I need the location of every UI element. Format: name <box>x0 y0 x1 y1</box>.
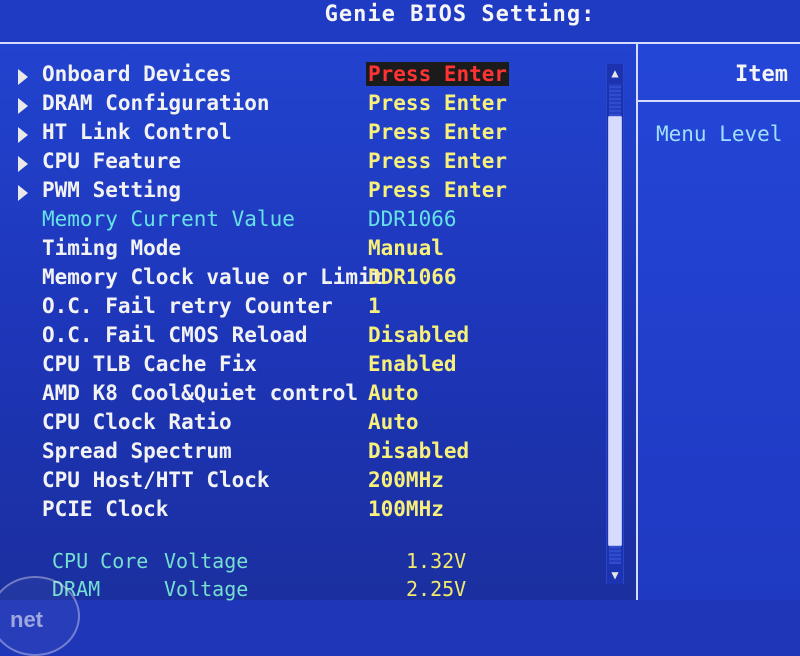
row-value[interactable]: 100MHz <box>368 497 444 521</box>
bios-frame: Onboard Devices Press Enter DRAM Configu… <box>0 42 800 656</box>
row-cpu-feature[interactable]: CPU Feature Press Enter <box>0 149 610 178</box>
row-value[interactable]: Auto <box>368 410 419 434</box>
row-ht-link-control[interactable]: HT Link Control Press Enter <box>0 120 610 149</box>
menu-level: Menu Level <box>656 122 783 146</box>
submenu-arrow-icon <box>18 156 28 172</box>
page-title: Genie BIOS Setting: <box>324 2 596 27</box>
settings-list: Onboard Devices Press Enter DRAM Configu… <box>0 62 610 526</box>
row-memory-current-value: Memory Current Value DDR1066 <box>0 207 610 236</box>
row-label: Spread Spectrum <box>42 439 232 463</box>
submenu-arrow-icon <box>18 127 28 143</box>
row-memory-clock-limit[interactable]: Memory Clock value or Limit DDR1066 <box>0 265 610 294</box>
row-label: O.C. Fail retry Counter <box>42 294 333 318</box>
row-onboard-devices[interactable]: Onboard Devices Press Enter <box>0 62 610 91</box>
scroll-up-icon[interactable]: ▲ <box>607 64 623 82</box>
row-label: Memory Clock value or Limit <box>42 265 384 289</box>
help-panel: Item Menu Level <box>638 44 800 600</box>
row-oc-fail-cmos-reload[interactable]: O.C. Fail CMOS Reload Disabled <box>0 323 610 352</box>
voltage-readouts: CPU Core Voltage 1.32V DRAM Voltage 2.25… <box>0 549 610 605</box>
row-oc-fail-retry-counter[interactable]: O.C. Fail retry Counter 1 <box>0 294 610 323</box>
row-label: Timing Mode <box>42 236 182 260</box>
help-header: Item <box>638 44 800 102</box>
watermark-text: net <box>10 607 43 632</box>
row-label: Onboard Devices <box>42 62 232 86</box>
row-value: DDR1066 <box>368 207 457 231</box>
submenu-arrow-icon <box>18 98 28 114</box>
dram-voltage-row: DRAM Voltage 2.25V <box>0 577 610 605</box>
row-label: Memory Current Value <box>42 207 295 231</box>
row-value[interactable]: Press Enter <box>368 149 507 173</box>
row-value[interactable]: Press Enter <box>366 62 510 86</box>
submenu-arrow-icon <box>18 69 28 85</box>
voltage-value: 2.25V <box>406 577 467 601</box>
submenu-arrow-icon <box>18 185 28 201</box>
row-label: AMD K8 Cool&Quiet control <box>42 381 359 405</box>
top-bar: Genie BIOS Setting: <box>0 0 800 42</box>
row-value[interactable]: Press Enter <box>368 120 507 144</box>
row-cpu-host-htt-clock[interactable]: CPU Host/HTT Clock 200MHz <box>0 468 610 497</box>
row-value[interactable]: 1 <box>368 294 381 318</box>
row-label: PWM Setting <box>42 178 182 202</box>
row-label: HT Link Control <box>42 120 232 144</box>
row-timing-mode[interactable]: Timing Mode Manual <box>0 236 610 265</box>
row-value[interactable]: Enabled <box>368 352 457 376</box>
row-value[interactable]: DDR1066 <box>368 265 457 289</box>
voltage-label: Voltage <box>164 577 249 601</box>
voltage-name: CPU Core <box>52 549 149 573</box>
row-pwm-setting[interactable]: PWM Setting Press Enter <box>0 178 610 207</box>
scroll-down-icon[interactable]: ▼ <box>607 566 623 584</box>
row-value[interactable]: Press Enter <box>368 91 507 115</box>
row-value[interactable]: Disabled <box>368 439 469 463</box>
voltage-value: 1.32V <box>406 549 467 573</box>
row-amd-k8-cool-quiet[interactable]: AMD K8 Cool&Quiet control Auto <box>0 381 610 410</box>
row-value[interactable]: Press Enter <box>368 178 507 202</box>
row-spread-spectrum[interactable]: Spread Spectrum Disabled <box>0 439 610 468</box>
row-pcie-clock[interactable]: PCIE Clock 100MHz <box>0 497 610 526</box>
row-label: PCIE Clock <box>42 497 169 521</box>
row-value[interactable]: Auto <box>368 381 419 405</box>
row-label: DRAM Configuration <box>42 91 270 115</box>
settings-panel: Onboard Devices Press Enter DRAM Configu… <box>0 44 638 656</box>
scroll-thumb[interactable] <box>608 116 622 546</box>
row-label: CPU Host/HTT Clock <box>42 468 270 492</box>
row-cpu-clock-ratio[interactable]: CPU Clock Ratio Auto <box>0 410 610 439</box>
voltage-label: Voltage <box>164 549 249 573</box>
row-value[interactable]: 200MHz <box>368 468 444 492</box>
row-label: CPU Feature <box>42 149 182 173</box>
row-value[interactable]: Disabled <box>368 323 469 347</box>
scrollbar[interactable]: ▲ ▼ <box>606 64 624 584</box>
row-cpu-tlb-cache-fix[interactable]: CPU TLB Cache Fix Enabled <box>0 352 610 381</box>
row-label: CPU TLB Cache Fix <box>42 352 257 376</box>
cpu-core-voltage-row: CPU Core Voltage 1.32V <box>0 549 610 577</box>
row-label: CPU Clock Ratio <box>42 410 232 434</box>
row-label: O.C. Fail CMOS Reload <box>42 323 308 347</box>
row-dram-configuration[interactable]: DRAM Configuration Press Enter <box>0 91 610 120</box>
row-value[interactable]: Manual <box>368 236 444 260</box>
